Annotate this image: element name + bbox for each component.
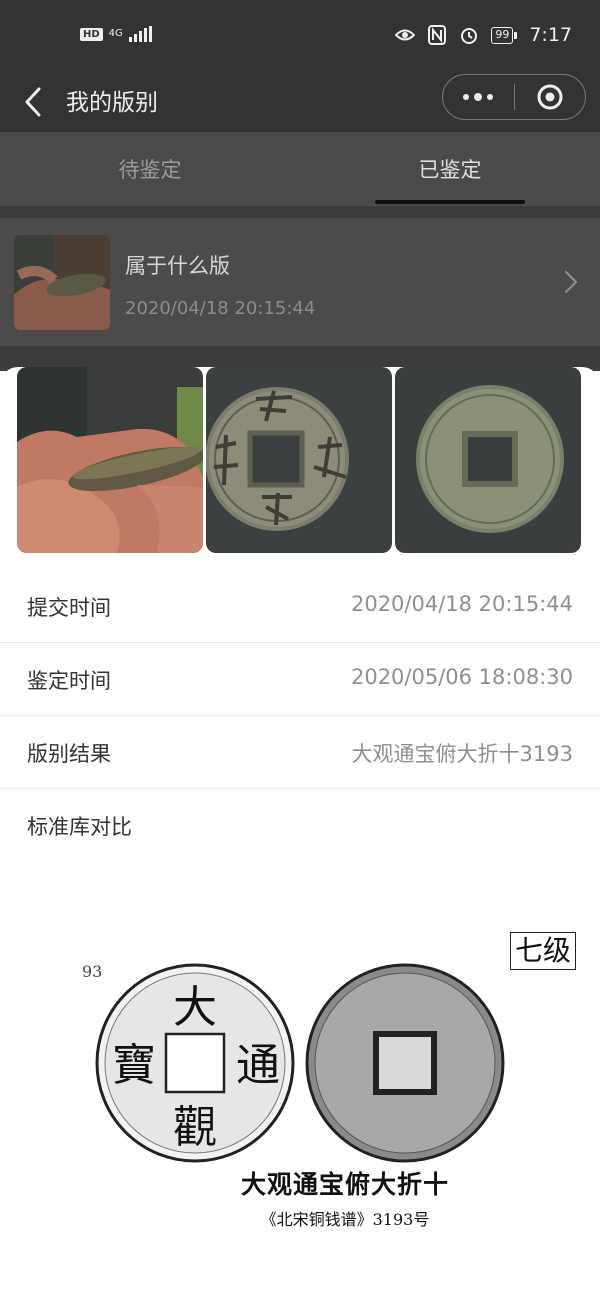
record-list: 属于什么版 2020/04/18 20:15:44 xyxy=(0,206,600,371)
submit-time-label: 提交时间 xyxy=(27,596,111,620)
target-circle-icon xyxy=(537,84,563,110)
close-miniprogram-button[interactable] xyxy=(515,75,586,119)
standard-compare-row: 标准库对比 xyxy=(0,789,600,862)
eye-icon xyxy=(395,25,416,45)
variety-result-value: 大观通宝俯大折十3193 xyxy=(351,742,573,766)
tab-identified[interactable]: 已鉴定 xyxy=(300,132,600,206)
coin-photo-reverse[interactable] xyxy=(395,367,581,553)
standard-compare-label: 标准库对比 xyxy=(27,815,132,839)
network-type: 4G xyxy=(108,28,123,39)
nfc-icon xyxy=(427,25,447,45)
detail-rows: 提交时间 2020/04/18 20:15:44 鉴定时间 2020/05/06… xyxy=(0,570,600,862)
nav-bar: 我的版别 xyxy=(0,74,600,132)
hd-badge: HD xyxy=(80,27,103,41)
tab-pending[interactable]: 待鉴定 xyxy=(0,132,300,206)
reference-image: 七级 93 大 觀 通 寶 大观通宝俯大折十 《北宋铜钱谱》3193号 xyxy=(80,930,580,1230)
appraise-time-value: 2020/05/06 18:08:30 xyxy=(350,665,573,689)
battery-icon: 99 xyxy=(491,26,518,44)
coin-char-top: 大 xyxy=(173,982,217,1033)
signal-icon xyxy=(128,26,152,42)
reference-source: 《北宋铜钱谱》3193号 xyxy=(260,1210,430,1229)
submit-time-row: 提交时间 2020/04/18 20:15:44 xyxy=(0,570,600,643)
reference-caption: 大观通宝俯大折十 xyxy=(240,1170,449,1199)
chevron-right-icon xyxy=(564,270,578,294)
list-item[interactable]: 属于什么版 2020/04/18 20:15:44 xyxy=(0,218,600,346)
detail-sheet: 提交时间 2020/04/18 20:15:44 鉴定时间 2020/05/06… xyxy=(0,367,600,1300)
variety-result-row: 版别结果 大观通宝俯大折十3193 xyxy=(0,716,600,789)
submit-time-value: 2020/04/18 20:15:44 xyxy=(350,592,573,616)
coin-char-left: 寶 xyxy=(112,1040,156,1091)
coin-char-bottom: 觀 xyxy=(173,1102,217,1153)
chevron-left-icon xyxy=(25,87,41,117)
list-item-title: 属于什么版 xyxy=(125,254,230,278)
battery-level: 99 xyxy=(491,26,514,44)
status-bar: HD 4G 99 7:17 xyxy=(0,0,600,74)
photo-gallery xyxy=(17,367,581,553)
list-item-time: 2020/04/18 20:15:44 xyxy=(125,298,316,319)
alarm-icon xyxy=(459,25,479,45)
miniprogram-capsule xyxy=(442,74,586,120)
tab-bar: 待鉴定 已鉴定 xyxy=(0,132,600,206)
status-left: HD 4G xyxy=(80,26,152,42)
coin-photo-obverse[interactable] xyxy=(206,367,392,553)
more-button[interactable] xyxy=(443,75,514,119)
coin-thumbnail xyxy=(14,235,110,330)
coin-char-right: 通 xyxy=(236,1040,280,1091)
appraise-time-label: 鉴定时间 xyxy=(27,669,111,693)
page-title: 我的版别 xyxy=(66,90,158,116)
status-right: 99 7:17 xyxy=(395,24,572,46)
clock: 7:17 xyxy=(529,24,572,46)
coin-photo-edge[interactable] xyxy=(17,367,203,553)
variety-result-label: 版别结果 xyxy=(27,742,111,766)
appraise-time-row: 鉴定时间 2020/05/06 18:08:30 xyxy=(0,643,600,716)
reference-coin-drawing: 大 觀 通 寶 xyxy=(95,963,505,1163)
more-dots-icon xyxy=(463,93,494,101)
back-button[interactable] xyxy=(16,82,50,122)
